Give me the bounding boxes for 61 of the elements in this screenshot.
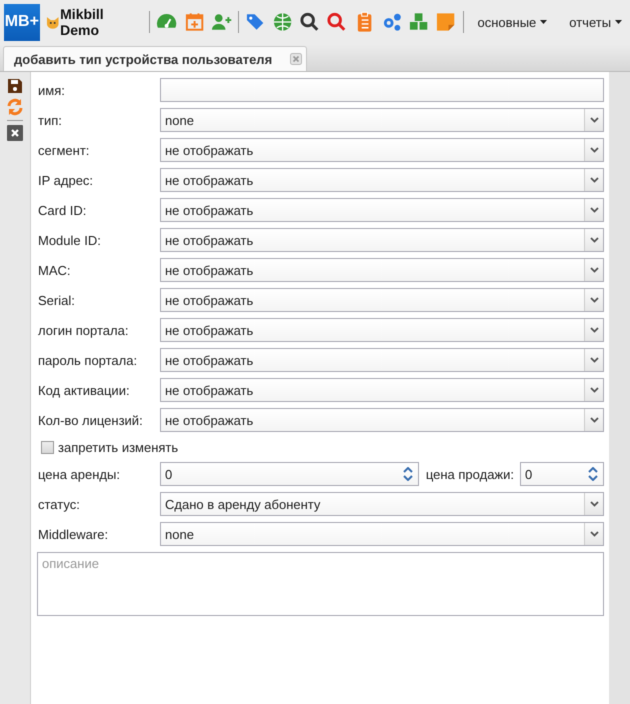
dropdown[interactable]: не отображать bbox=[160, 408, 604, 432]
calendar-plus-icon[interactable] bbox=[184, 11, 205, 33]
dropdown[interactable]: не отображать bbox=[160, 168, 604, 192]
field-label: Код активации: bbox=[37, 382, 131, 398]
save-icon[interactable] bbox=[7, 78, 23, 94]
checkbox-label: запретить изменять bbox=[58, 440, 178, 454]
chevron-down-icon bbox=[590, 117, 598, 123]
logo[interactable]: MB+ bbox=[4, 4, 40, 40]
tab[interactable]: добавить тип устройства пользователя bbox=[3, 46, 308, 71]
chevron-down-icon bbox=[590, 531, 598, 537]
brand-name[interactable]: Mikbill Demo bbox=[60, 6, 144, 38]
chevron-down-icon bbox=[590, 327, 598, 333]
field-label: Card ID: bbox=[37, 202, 88, 218]
number-field[interactable]: 0 bbox=[160, 462, 419, 486]
chevron-down-icon bbox=[590, 417, 598, 423]
input-field[interactable] bbox=[160, 78, 604, 102]
close-icon[interactable] bbox=[7, 125, 23, 141]
field-label: Middleware: bbox=[37, 526, 110, 542]
dropdown[interactable]: не отображать bbox=[160, 318, 604, 342]
dropdown[interactable]: не отображать bbox=[160, 348, 604, 372]
menu-button[interactable]: основные bbox=[469, 14, 556, 30]
dropdown[interactable]: не отображать bbox=[160, 288, 604, 312]
menu-button[interactable]: отчеты bbox=[561, 14, 630, 30]
caret-icon bbox=[615, 20, 622, 24]
field-label: сегмент: bbox=[37, 142, 90, 158]
sticky-note-icon[interactable] bbox=[435, 11, 456, 33]
dropdown[interactable]: Сдано в аренду абоненту bbox=[160, 492, 604, 516]
dropdown[interactable]: не отображать bbox=[160, 378, 604, 402]
field-label: Module ID: bbox=[37, 232, 102, 248]
field-label: статус: bbox=[37, 496, 81, 512]
dropdown[interactable]: не отображать bbox=[160, 228, 604, 252]
dropdown[interactable]: не отображать bbox=[160, 138, 604, 162]
field-label: логин портала: bbox=[37, 322, 130, 338]
dropdown[interactable]: none bbox=[160, 522, 604, 546]
cat-icon bbox=[46, 15, 60, 29]
chevron-down-icon bbox=[590, 177, 598, 183]
field-label: Кол-во лицензий: bbox=[37, 412, 144, 428]
field-label: тип: bbox=[37, 112, 63, 128]
chevron-down-icon bbox=[590, 357, 598, 363]
chevron-down-icon bbox=[590, 501, 598, 507]
chevron-down-icon bbox=[590, 237, 598, 243]
chevron-down-icon bbox=[590, 207, 598, 213]
dropdown[interactable]: не отображать bbox=[160, 258, 604, 282]
field-label: цена продажи: bbox=[424, 466, 514, 482]
globe-icon[interactable] bbox=[272, 11, 294, 33]
chevron-down-icon bbox=[590, 297, 598, 303]
field-label: IP адрес: bbox=[37, 172, 94, 188]
checkbox[interactable] bbox=[41, 440, 54, 454]
field-label: пароль портала: bbox=[37, 352, 138, 368]
caret-icon bbox=[540, 20, 548, 24]
field-label: MAC: bbox=[37, 262, 72, 278]
dropdown[interactable]: не отображать bbox=[160, 198, 604, 222]
field-label: Serial: bbox=[37, 292, 76, 308]
dropdown[interactable]: none bbox=[160, 108, 604, 132]
chevron-down-icon bbox=[590, 387, 598, 393]
number-field[interactable]: 0 bbox=[520, 462, 604, 486]
chevron-down-icon bbox=[590, 147, 598, 153]
search-icon[interactable] bbox=[299, 11, 320, 33]
field-label: цена аренды: bbox=[37, 466, 121, 482]
field-label: имя: bbox=[37, 82, 66, 98]
chevron-down-icon bbox=[590, 267, 598, 273]
